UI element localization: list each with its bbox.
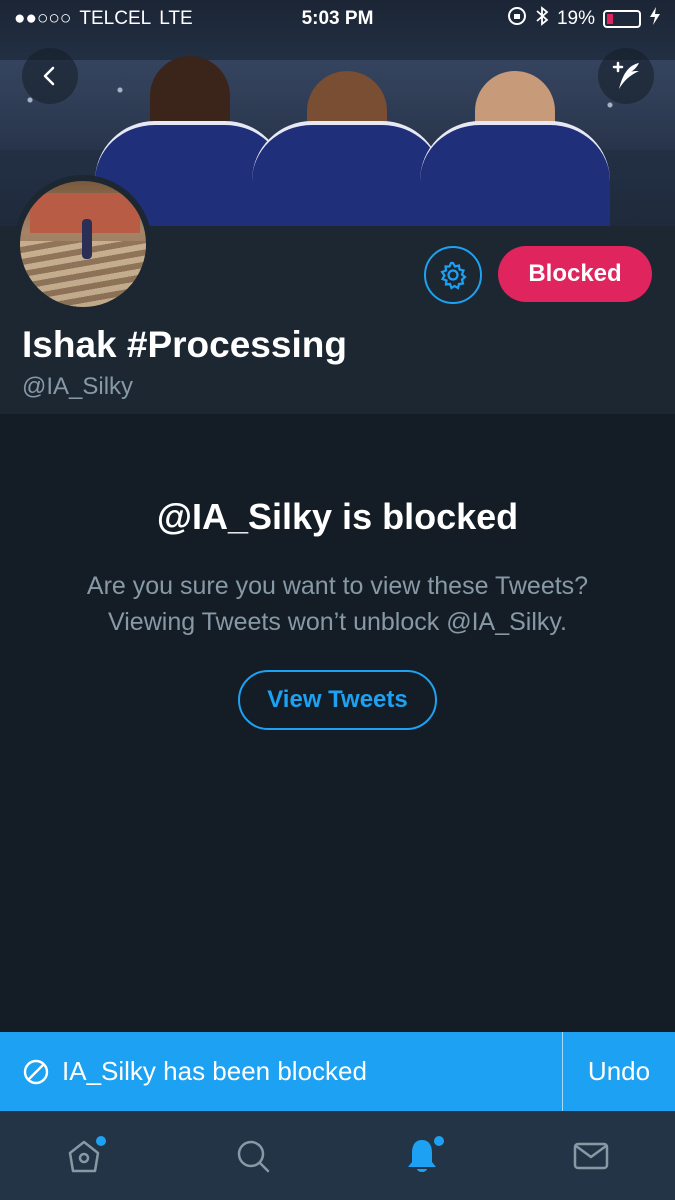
notifications-dot bbox=[433, 1135, 444, 1146]
signal-icon: ●●○○○ bbox=[14, 8, 72, 29]
network-type: LTE bbox=[159, 8, 193, 29]
tab-search[interactable] bbox=[223, 1126, 283, 1186]
search-icon bbox=[237, 1140, 270, 1172]
home-notification-dot bbox=[96, 1135, 107, 1146]
carrier: TELCEL bbox=[79, 8, 152, 29]
username: @IA_Silky bbox=[22, 373, 134, 400]
compose-quill-icon bbox=[612, 61, 639, 89]
display-name: Ishak #Processing bbox=[22, 324, 347, 365]
blocked-button[interactable]: Blocked bbox=[498, 246, 652, 302]
tab-home[interactable] bbox=[54, 1126, 114, 1186]
battery-icon bbox=[603, 10, 641, 28]
blocked-icon bbox=[23, 1059, 49, 1084]
gear-icon bbox=[440, 261, 467, 290]
blocked-description-line: Are you sure you want to view these Twee… bbox=[86, 572, 589, 600]
tab-notifications[interactable] bbox=[392, 1126, 452, 1186]
blocked-description: Are you sure you want to view these Twee… bbox=[40, 568, 635, 640]
blocked-description-line: Viewing Tweets won’t unblock @IA_Silky. bbox=[108, 608, 567, 636]
blocked-title: @IA_Silky is blocked bbox=[156, 496, 519, 537]
status-bar: ●●○○○ TELCEL LTE 5:03 PM 19% bbox=[0, 0, 675, 38]
settings-button[interactable] bbox=[424, 246, 482, 304]
undo-button[interactable]: Undo bbox=[563, 1056, 675, 1087]
toast-message: IA_Silky has been blocked bbox=[62, 1056, 367, 1086]
tab-messages[interactable] bbox=[561, 1126, 621, 1186]
back-button[interactable] bbox=[22, 48, 78, 104]
avatar[interactable] bbox=[14, 175, 152, 313]
banner-person bbox=[252, 26, 442, 226]
bluetooth-icon bbox=[535, 6, 549, 32]
blocked-toast: IA_Silky has been blocked Undo bbox=[0, 1032, 675, 1111]
battery-percent: 19% bbox=[556, 8, 595, 29]
banner-person bbox=[420, 26, 610, 226]
tab-bar bbox=[0, 1111, 675, 1200]
compose-tweet-button[interactable] bbox=[598, 48, 654, 104]
charging-icon bbox=[649, 6, 661, 32]
chevron-left-icon bbox=[43, 66, 55, 86]
view-tweets-button[interactable]: View Tweets bbox=[238, 670, 437, 730]
messages-envelope-icon bbox=[573, 1142, 608, 1169]
rotation-lock-icon bbox=[507, 6, 527, 32]
